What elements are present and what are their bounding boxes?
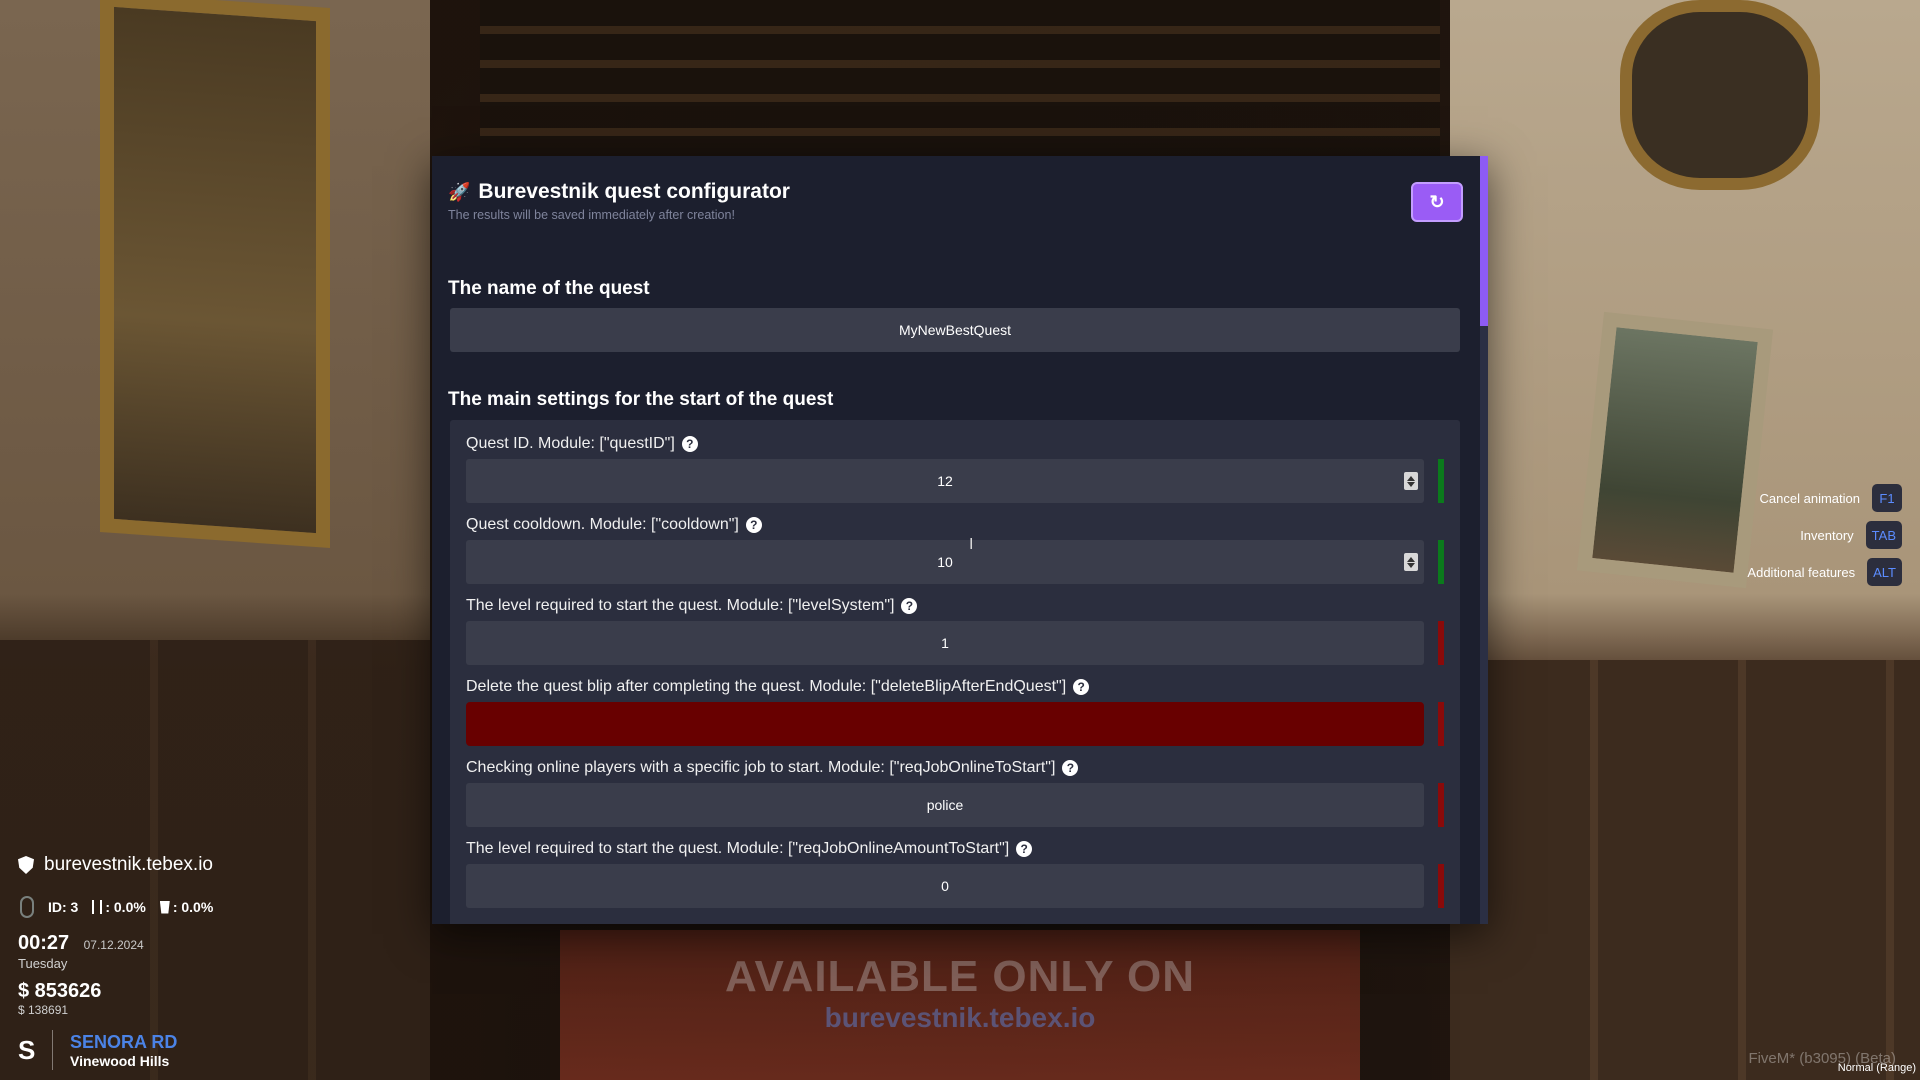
hud-money: $ 853626 $ 138691 xyxy=(18,980,101,1017)
keybind-inventory: Inventory TAB xyxy=(1800,521,1902,549)
status-indicator xyxy=(1438,459,1444,503)
req-job-online-value: police xyxy=(926,797,964,813)
clock-time: 00:27 xyxy=(18,932,70,954)
req-job-online-input[interactable]: police xyxy=(466,783,1444,827)
help-icon[interactable]: ? xyxy=(745,517,762,533)
field-label-text: The level required to start the quest. M… xyxy=(466,840,1010,857)
thirst-value: : 0.0% xyxy=(172,899,214,915)
number-spinner-icon[interactable] xyxy=(1404,553,1418,571)
voice-mode: Normal (Range) xyxy=(1837,1062,1916,1074)
clock-date: 07.12.2024 xyxy=(83,938,144,952)
background-painting xyxy=(1620,0,1820,190)
keybind-key: F1 xyxy=(1872,484,1902,512)
field-label-text: Checking online players with a specific … xyxy=(466,759,1056,776)
keybind-label: Additional features xyxy=(1747,564,1856,580)
hud-clock: 00:27 07.12.2024 Tuesday xyxy=(18,932,144,971)
field-label: The level required to start the quest. M… xyxy=(466,596,1432,616)
req-job-amount-input[interactable]: 0 xyxy=(466,864,1444,908)
microphone-icon xyxy=(20,896,34,918)
keybind-label: Cancel animation xyxy=(1759,490,1860,506)
status-indicator xyxy=(1438,783,1444,827)
background-rug xyxy=(560,930,1360,1080)
keybind-label: Inventory xyxy=(1800,527,1854,543)
help-icon[interactable]: ? xyxy=(1073,679,1090,695)
thirst-stat: : 0.0% xyxy=(159,899,214,915)
hud-site-label: burevestnik.tebex.io xyxy=(44,854,213,875)
status-indicator xyxy=(1438,621,1444,665)
clock-weekday: Tuesday xyxy=(18,956,68,971)
keybind-cancel-animation: Cancel animation F1 xyxy=(1760,484,1902,512)
quest-configurator-modal: 🚀 Burevestnik quest configurator The res… xyxy=(432,156,1488,924)
field-quest-id: Quest ID. Module: ["questID"] ? 12 xyxy=(466,434,1444,503)
text-cursor-icon: I xyxy=(969,536,974,553)
fork-icon xyxy=(92,900,103,914)
field-label: Quest ID. Module: ["questID"] ? xyxy=(466,434,1432,454)
quest-name-input[interactable]: MyNewBestQuest xyxy=(450,308,1460,352)
modal-title-text: Burevestnik quest configurator xyxy=(478,180,790,203)
cooldown-input[interactable]: 10 xyxy=(466,540,1444,584)
hud-site: burevestnik.tebex.io xyxy=(18,854,213,876)
main-settings-panel: Quest ID. Module: ["questID"] ? 12 Quest… xyxy=(450,420,1460,924)
field-label-text: Quest cooldown. Module: ["cooldown"] xyxy=(466,516,739,533)
modal-subtitle: The results will be saved immediately af… xyxy=(448,208,735,222)
hunger-value: : 0.0% xyxy=(105,899,146,915)
bank-amount: $ 138691 xyxy=(18,1003,69,1017)
refresh-icon: ↻ xyxy=(1429,191,1445,212)
hud-location: S SENORA RD Vinewood Hills xyxy=(18,1030,177,1070)
help-icon[interactable]: ? xyxy=(901,598,918,614)
location-divider xyxy=(52,1030,53,1070)
main-settings-heading: The main settings for the start of the q… xyxy=(448,389,834,410)
field-label-text: The level required to start the quest. M… xyxy=(466,597,895,614)
scrollbar-thumb[interactable] xyxy=(1480,156,1488,326)
refresh-button[interactable]: ↻ xyxy=(1411,182,1463,222)
background-painting xyxy=(100,0,330,549)
level-system-value: 1 xyxy=(941,635,949,651)
compass-direction: S xyxy=(18,1034,36,1065)
keybind-additional-features: Additional features ALT xyxy=(1747,558,1902,586)
shield-icon xyxy=(18,856,34,874)
background-painting xyxy=(1576,311,1774,589)
keybind-hints: Cancel animation F1 Inventory TAB Additi… xyxy=(1747,484,1902,586)
background-wainscot-right xyxy=(1450,660,1920,1080)
quest-id-input[interactable]: 12 xyxy=(466,459,1444,503)
modal-title: 🚀 Burevestnik quest configurator xyxy=(448,180,790,204)
status-indicator xyxy=(1438,864,1444,908)
field-label: Delete the quest blip after completing t… xyxy=(466,677,1432,697)
help-icon[interactable]: ? xyxy=(1062,760,1079,776)
status-indicator xyxy=(1438,702,1444,746)
modal-scrollbar[interactable] xyxy=(1480,156,1488,924)
quest-id-value: 12 xyxy=(937,473,953,489)
quest-name-heading: The name of the quest xyxy=(448,278,650,299)
field-label: The level required to start the quest. M… xyxy=(466,839,1432,859)
cash-amount: $ 853626 xyxy=(18,980,102,1002)
level-system-input[interactable]: 1 xyxy=(466,621,1444,665)
rocket-icon: 🚀 xyxy=(448,181,471,202)
delete-blip-toggle[interactable] xyxy=(466,702,1444,746)
field-req-job-amount: The level required to start the quest. M… xyxy=(466,839,1444,908)
help-icon[interactable]: ? xyxy=(1016,841,1033,857)
player-id: ID: 3 xyxy=(48,899,79,915)
req-job-amount-value: 0 xyxy=(941,878,949,894)
status-indicator xyxy=(1438,540,1444,584)
help-icon[interactable]: ? xyxy=(681,436,698,452)
field-label: Checking online players with a specific … xyxy=(466,758,1432,778)
keybind-key: TAB xyxy=(1865,521,1902,549)
hunger-stat: : 0.0% xyxy=(92,899,146,915)
street-name: SENORA RD xyxy=(70,1031,178,1052)
field-req-job-online: Checking online players with a specific … xyxy=(466,758,1444,827)
field-level-system: The level required to start the quest. M… xyxy=(466,596,1444,665)
cooldown-value: 10 xyxy=(937,554,953,570)
background-ceiling xyxy=(480,0,1440,170)
keybind-key: ALT xyxy=(1867,558,1902,586)
modal-header: 🚀 Burevestnik quest configurator The res… xyxy=(448,180,790,222)
field-label: Quest cooldown. Module: ["cooldown"] ? xyxy=(466,515,1432,535)
field-label-text: Quest ID. Module: ["questID"] xyxy=(466,435,675,452)
number-spinner-icon[interactable] xyxy=(1404,472,1418,490)
field-cooldown: Quest cooldown. Module: ["cooldown"] ? 1… xyxy=(466,515,1444,584)
area-name: Vinewood Hills xyxy=(70,1052,170,1069)
field-delete-blip: Delete the quest blip after completing t… xyxy=(466,677,1444,746)
field-label-text: Delete the quest blip after completing t… xyxy=(466,678,1067,695)
cup-icon xyxy=(159,900,170,914)
hud-stats: ID: 3 : 0.0% : 0.0% xyxy=(20,896,213,918)
